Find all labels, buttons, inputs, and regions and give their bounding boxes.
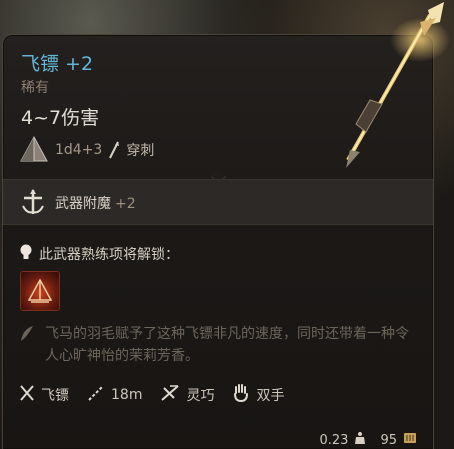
damage-dice-row: 1d4+3 穿刺 — [19, 135, 154, 165]
item-value: 95 — [380, 432, 397, 448]
item-title: 飞镖 +2 — [21, 53, 94, 75]
enchant-bonus: +2 — [115, 196, 136, 212]
finesse-icon — [160, 384, 180, 406]
damage-dice: 1d4+3 — [55, 142, 103, 158]
enchant-label: 武器附魔 +2 — [55, 193, 136, 213]
gold-coin-icon — [403, 431, 417, 449]
property-range: 18m — [87, 384, 142, 406]
item-rarity: 稀有 — [21, 80, 49, 96]
feather-icon — [19, 325, 35, 347]
property-label: 灵巧 — [186, 388, 215, 404]
enchant-icon — [19, 188, 47, 220]
property-finesse: 灵巧 — [160, 384, 214, 406]
lightbulb-icon — [19, 243, 33, 265]
property-dart: 飞镖 — [19, 384, 69, 406]
weight-icon — [354, 431, 366, 449]
enchant-section: 武器附魔 +2 — [3, 179, 433, 225]
item-footer: 0.23 95 — [320, 431, 418, 449]
hand-icon — [232, 383, 250, 407]
piercing-icon — [108, 141, 120, 159]
property-label: 双手 — [256, 388, 285, 404]
item-damage: 4~7伤害 — [21, 107, 100, 129]
item-weight: 0.23 — [319, 432, 349, 448]
range-icon — [87, 384, 105, 406]
damage-type: 穿刺 — [126, 143, 155, 159]
piercing-strike-skill-icon[interactable] — [20, 271, 60, 311]
proficiency-unlock-row: 此武器熟练项将解锁： — [19, 243, 179, 265]
flavor-text: 飞马的羽毛赋予了这种飞镖非凡的速度，同时还带着一种令人心旷神怡的茉莉芳香。 — [45, 326, 409, 364]
property-label: 18m — [111, 387, 143, 403]
dart-item-art — [340, 0, 450, 174]
proficiency-unlock-text: 此武器熟练项将解锁： — [39, 247, 179, 263]
dart-icon — [19, 384, 35, 406]
enchant-label-text: 武器附魔 — [55, 196, 111, 212]
d4-dice-icon — [19, 135, 49, 165]
weapon-properties: 飞镖 18m 灵巧 双手 — [19, 383, 302, 407]
property-two-handed: 双手 — [232, 383, 284, 407]
property-label: 飞镖 — [41, 388, 69, 404]
